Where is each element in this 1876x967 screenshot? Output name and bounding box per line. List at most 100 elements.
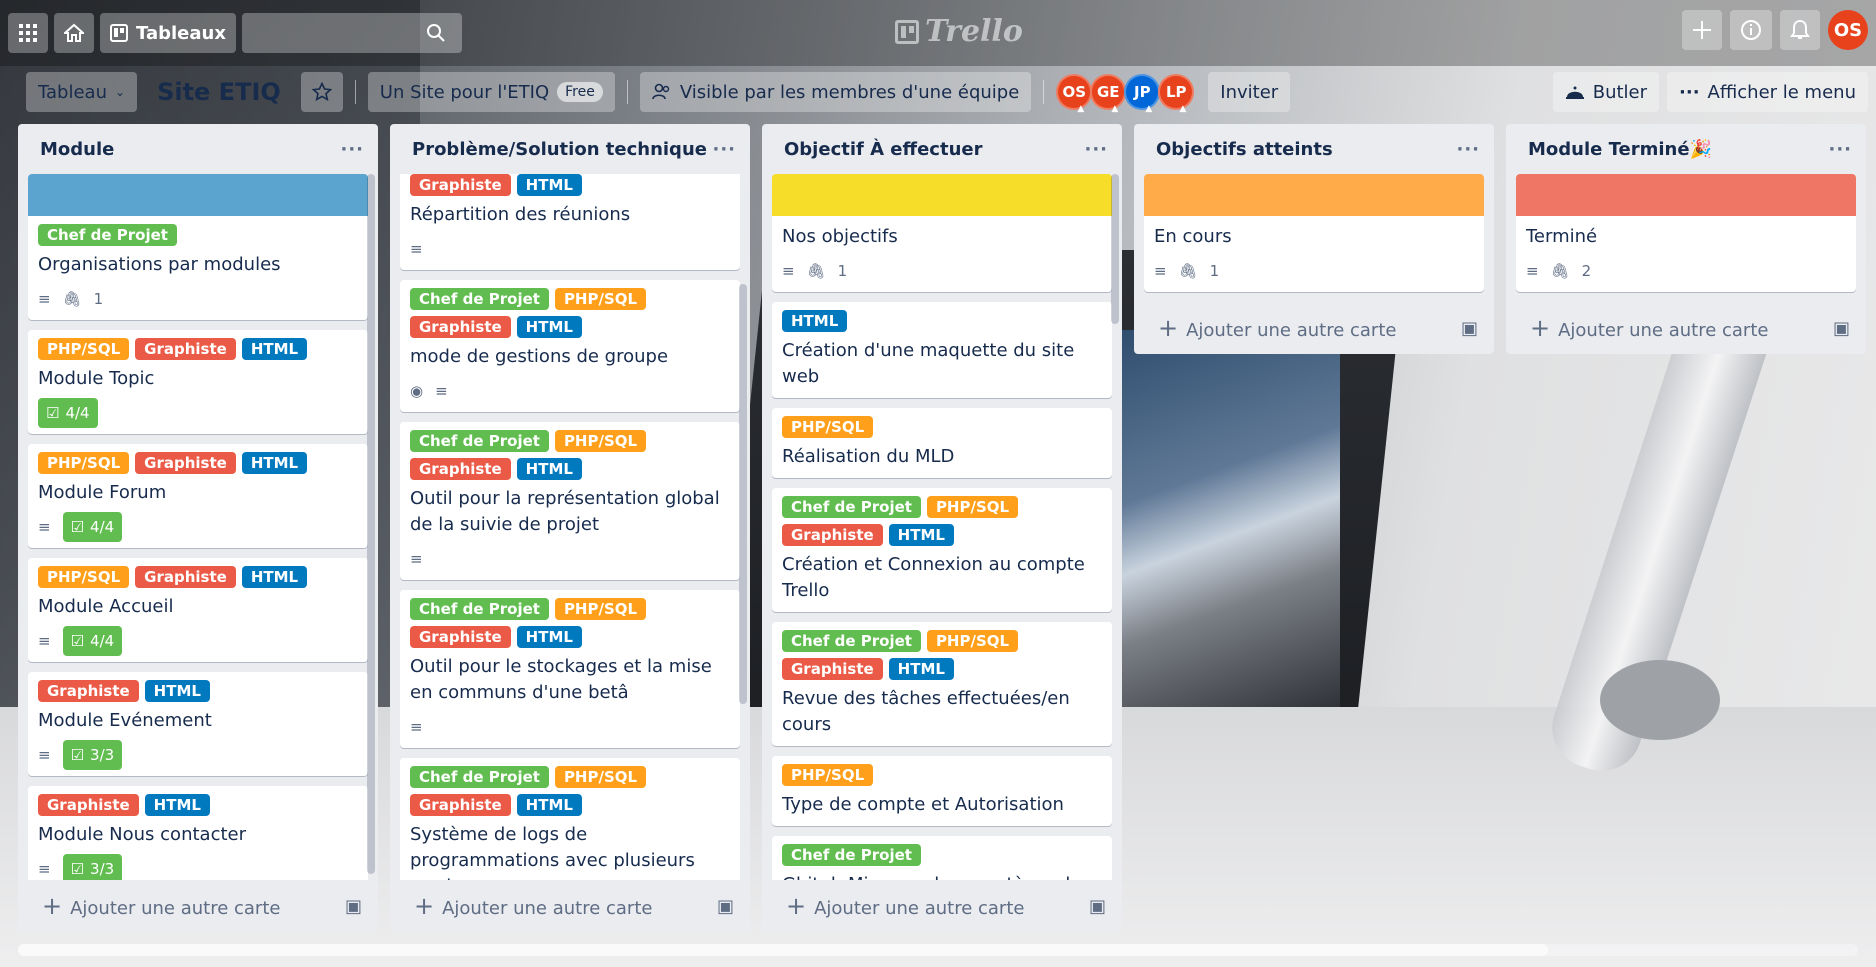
card-title: Revue des tâches effectuées/en cours: [782, 688, 1070, 735]
checkbox-icon: ☑: [70, 632, 85, 650]
list-scrollbar[interactable]: [739, 284, 747, 704]
member-avatar[interactable]: JP: [1124, 74, 1161, 114]
card[interactable]: PHP/SQL Graphiste HTML Module Accueil ≡ …: [28, 558, 368, 662]
list-objectif-a-effectuer[interactable]: Objectif À effectuer ··· Nos objectifs ≡…: [762, 124, 1122, 932]
card[interactable]: Chef de Projet Ghitub Mise en place syst…: [772, 836, 1112, 880]
add-card-button[interactable]: + Ajouter une autre carte ▣: [1506, 302, 1866, 354]
card-label: Chef de Projet: [410, 430, 549, 452]
add-card-label: Ajouter une autre carte: [442, 898, 653, 919]
checklist-badge: ☑ 3/3: [62, 854, 123, 880]
member-avatar[interactable]: LP: [1158, 74, 1195, 114]
star-button[interactable]: [300, 72, 343, 112]
show-menu-button[interactable]: ··· Afficher le menu: [1667, 72, 1868, 112]
card-template-icon[interactable]: ▣: [717, 896, 734, 917]
checklist-count: 4/4: [65, 404, 90, 422]
card[interactable]: PHP/SQL Réalisation du MLD: [772, 408, 1112, 478]
card-title: Système de logs de programmations avec p…: [410, 824, 695, 880]
card[interactable]: Chef de Projet PHP/SQL Graphiste HTML Ou…: [400, 590, 740, 748]
card[interactable]: PHP/SQL Graphiste HTML Module Topic ☑ 4/4: [28, 330, 368, 434]
list-scrollbar[interactable]: [1111, 174, 1119, 324]
board-members: OS GE JP LP: [1056, 74, 1195, 114]
card[interactable]: Chef de Projet PHP/SQL Graphiste HTML Cr…: [772, 488, 1112, 612]
card[interactable]: Graphiste HTML Répartition des réunions …: [400, 174, 740, 270]
card[interactable]: PHP/SQL Type de compte et Autorisation: [772, 756, 1112, 826]
card[interactable]: Chef de Projet PHP/SQL Graphiste HTML mo…: [400, 280, 740, 412]
list-objectifs-atteints[interactable]: Objectifs atteints ··· En cours ≡ 🖇 1 + A…: [1134, 124, 1494, 354]
list-menu-icon[interactable]: ···: [1084, 139, 1108, 160]
list-title[interactable]: Objectifs atteints: [1156, 139, 1333, 160]
list-title[interactable]: Problème/Solution technique: [412, 139, 707, 160]
card-cover: [772, 174, 1112, 216]
card[interactable]: Chef de Projet PHP/SQL Graphiste HTML Sy…: [400, 758, 740, 880]
grid-icon: [19, 24, 37, 42]
card[interactable]: Terminé ≡ 🖇 2: [1516, 174, 1856, 292]
card-title: Module Accueil: [38, 596, 174, 617]
list-title[interactable]: Module: [40, 139, 114, 160]
board-horizontal-scrollbar[interactable]: [18, 944, 1858, 956]
list-menu-icon[interactable]: ···: [1456, 139, 1480, 160]
list-cards: En cours ≡ 🖇 1: [1134, 174, 1494, 302]
list-module[interactable]: Module ··· Chef de Projet Organisations …: [18, 124, 378, 932]
list-menu-icon[interactable]: ···: [1828, 139, 1852, 160]
card[interactable]: Graphiste HTML Module Nous contacter ≡ ☑…: [28, 786, 368, 880]
attachment-icon: 🖇: [1550, 262, 1570, 280]
user-avatar[interactable]: OS: [1828, 10, 1868, 50]
notifications-button[interactable]: [1780, 10, 1820, 50]
visibility-button[interactable]: Visible par les membres d'une équipe: [639, 72, 1032, 112]
attachment-icon: 🖇: [62, 290, 82, 308]
card-label: Graphiste: [38, 680, 139, 702]
card[interactable]: Chef de Projet PHP/SQL Graphiste HTML Re…: [772, 622, 1112, 746]
list-module-termine[interactable]: Module Terminé🎉 ··· Terminé ≡ 🖇 2 + Ajout…: [1506, 124, 1866, 354]
team-button[interactable]: Un Site pour l'ETIQ Free: [367, 72, 615, 112]
member-avatar[interactable]: GE: [1090, 74, 1127, 114]
list-probleme-solution[interactable]: Problème/Solution technique ··· Graphist…: [390, 124, 750, 932]
board-menu-button[interactable]: Tableau ⌄: [26, 72, 138, 112]
card-label: HTML: [144, 680, 210, 702]
description-icon: ≡: [435, 382, 448, 400]
card-label: PHP/SQL: [926, 496, 1019, 518]
card-label: HTML: [516, 626, 582, 648]
list-title[interactable]: Module Terminé🎉: [1528, 139, 1712, 160]
info-icon: [1741, 20, 1761, 40]
member-avatar[interactable]: OS: [1056, 74, 1093, 114]
invite-button[interactable]: Inviter: [1208, 72, 1291, 112]
attachment-count: 1: [837, 262, 848, 280]
attachment-icon: 🖇: [806, 262, 826, 280]
card-label: Graphiste: [135, 566, 236, 588]
card[interactable]: PHP/SQL Graphiste HTML Module Forum ≡ ☑ 4…: [28, 444, 368, 548]
list-title[interactable]: Objectif À effectuer: [784, 139, 982, 160]
scrollbar-thumb[interactable]: [18, 944, 1548, 956]
card[interactable]: Nos objectifs ≡ 🖇 1: [772, 174, 1112, 292]
card-template-icon[interactable]: ▣: [1833, 318, 1850, 339]
board-title[interactable]: Site ETIQ: [145, 78, 293, 106]
list-menu-icon[interactable]: ···: [340, 139, 364, 160]
apps-button[interactable]: [8, 13, 48, 53]
description-icon: ≡: [410, 718, 423, 736]
list-scrollbar[interactable]: [367, 174, 375, 874]
card-template-icon[interactable]: ▣: [1089, 896, 1106, 917]
card[interactable]: Chef de Projet PHP/SQL Graphiste HTML Ou…: [400, 422, 740, 580]
boards-button[interactable]: Tableaux: [100, 13, 236, 53]
card-cover: [1516, 174, 1856, 216]
trello-logo[interactable]: Trello: [895, 14, 1023, 49]
add-card-button[interactable]: + Ajouter une autre carte ▣: [762, 880, 1122, 932]
more-icon: ···: [1679, 81, 1700, 103]
boards-label: Tableaux: [136, 22, 226, 44]
list-menu-icon[interactable]: ···: [712, 139, 736, 160]
info-button[interactable]: [1730, 10, 1772, 50]
card[interactable]: Chef de Projet Organisations par modules…: [28, 174, 368, 320]
search-input[interactable]: [241, 13, 462, 53]
card-template-icon[interactable]: ▣: [1461, 318, 1478, 339]
add-card-button[interactable]: + Ajouter une autre carte ▣: [18, 880, 378, 932]
card[interactable]: En cours ≡ 🖇 1: [1144, 174, 1484, 292]
butler-button[interactable]: Butler: [1552, 72, 1660, 112]
card-label: Graphiste: [410, 458, 511, 480]
card[interactable]: Graphiste HTML Module Evénement ≡ ☑ 3/3: [28, 672, 368, 776]
card-template-icon[interactable]: ▣: [345, 896, 362, 917]
home-button[interactable]: [54, 13, 94, 53]
card[interactable]: HTML Création d'une maquette du site web: [772, 302, 1112, 398]
list-cards: Graphiste HTML Répartition des réunions …: [390, 174, 750, 880]
add-card-button[interactable]: + Ajouter une autre carte ▣: [390, 880, 750, 932]
add-card-button[interactable]: + Ajouter une autre carte ▣: [1134, 302, 1494, 354]
create-button[interactable]: [1682, 10, 1722, 50]
